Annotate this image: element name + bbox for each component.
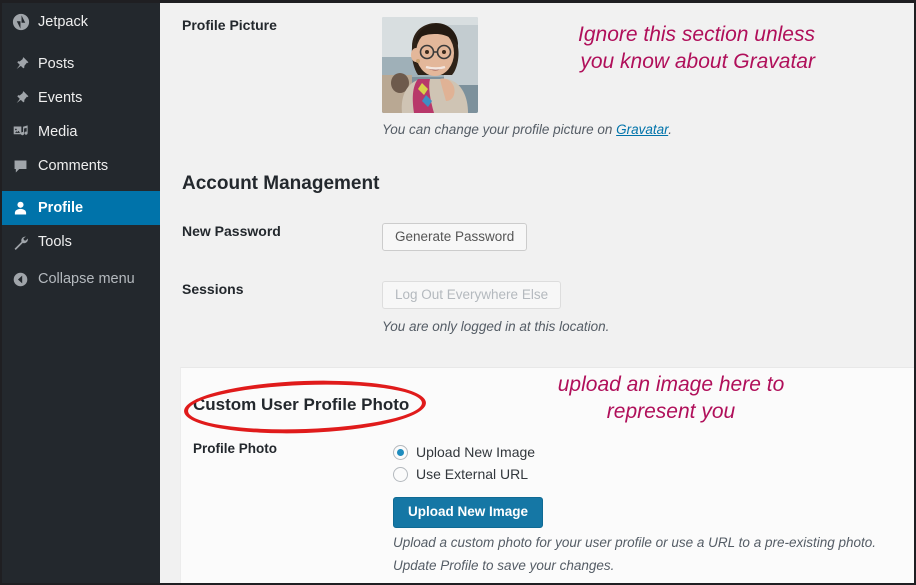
sidebar-item-comments[interactable]: Comments [2,149,160,183]
wrench-icon [12,232,38,252]
sessions-row: Sessions Log Out Everywhere Else You are… [160,281,914,334]
comment-icon [12,156,38,176]
sessions-note: You are only logged in at this location. [382,319,610,334]
sidebar-item-label: Profile [38,200,84,216]
sidebar-item-label: Jetpack [38,14,88,30]
gravatar-description-prefix: You can change your profile picture on [382,122,617,137]
profile-picture-field: You can change your profile picture on G… [382,17,914,137]
radio-icon[interactable] [393,466,408,482]
sidebar-item-label: Collapse menu [38,271,135,287]
custom-user-profile-photo-panel: Custom User Profile Photo Profile Photo … [180,367,914,583]
avatar [382,17,478,113]
collapse-arrow-icon [12,269,38,289]
sidebar-divider [2,183,160,191]
new-password-field: Generate Password [382,223,914,251]
radio-option-upload-new-image[interactable]: Upload New Image [393,441,914,463]
sidebar-divider [2,39,160,47]
main-content: Profile Picture You can change your prof… [160,3,914,583]
new-password-label: New Password [182,223,281,239]
profile-picture-label: Profile Picture [182,17,277,33]
admin-sidebar: Jetpack Posts Events Media Comments Prof… [2,3,160,583]
media-icon [12,122,38,142]
gravatar-link[interactable]: Gravatar [616,122,668,137]
sidebar-item-label: Media [38,124,78,140]
pin-icon [12,54,38,74]
sidebar-item-profile[interactable]: Profile [2,191,160,225]
sidebar-item-tools[interactable]: Tools [2,225,160,259]
log-out-everywhere-else-button[interactable]: Log Out Everywhere Else [382,281,562,309]
account-management-title: Account Management [182,173,380,194]
sidebar-item-jetpack[interactable]: Jetpack [2,5,160,39]
upload-help-line-2: Update Profile to save your changes. [393,558,615,573]
generate-password-button[interactable]: Generate Password [382,223,528,251]
sidebar-item-label: Posts [38,56,75,72]
sidebar-item-label: Comments [38,158,109,174]
radio-label: Use External URL [416,466,529,482]
sidebar-item-media[interactable]: Media [2,115,160,149]
sidebar-item-collapse-menu[interactable]: Collapse menu [2,262,160,296]
sidebar-item-events[interactable]: Events [2,81,160,115]
gravatar-description-suffix: . [668,122,672,137]
radio-option-use-external-url[interactable]: Use External URL [393,463,914,485]
sessions-label: Sessions [182,281,244,297]
profile-picture-row: Profile Picture You can change your prof… [160,3,914,137]
new-password-row: New Password Generate Password [160,223,914,251]
sidebar-item-posts[interactable]: Posts [2,47,160,81]
sidebar-item-label: Events [38,90,83,106]
upload-help-line-1: Upload a custom photo for your user prof… [393,535,877,550]
profile-photo-field: Upload New Image Use External URL Upload… [393,441,914,573]
jetpack-icon [12,12,38,32]
sidebar-item-label: Tools [38,234,72,250]
radio-label: Upload New Image [416,444,536,460]
upload-new-image-button[interactable]: Upload New Image [393,497,544,528]
profile-photo-label: Profile Photo [193,441,277,456]
user-icon [12,198,38,218]
pin-icon [12,88,38,108]
custom-user-profile-photo-title: Custom User Profile Photo [193,395,410,414]
radio-icon[interactable] [393,444,408,460]
sessions-field: Log Out Everywhere Else You are only log… [382,281,914,334]
profile-photo-row: Profile Photo Upload New Image Use Exter… [181,441,914,573]
screenshot-root: Jetpack Posts Events Media Comments Prof… [0,0,916,585]
gravatar-description: You can change your profile picture on G… [382,122,914,137]
